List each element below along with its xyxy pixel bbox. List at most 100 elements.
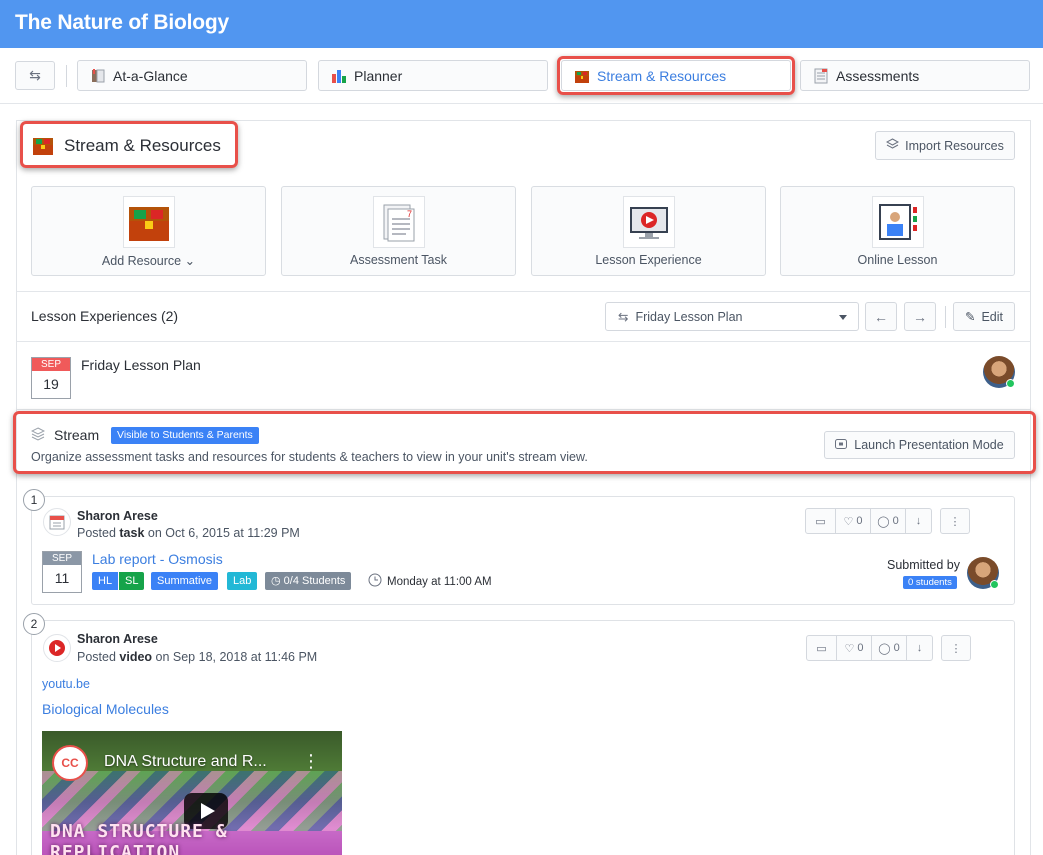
tag-lab: Lab	[227, 572, 258, 590]
app-title: The Nature of Biology	[15, 11, 229, 34]
section-divider	[17, 341, 1030, 342]
like-count: 0	[856, 515, 863, 527]
comment-button[interactable]: ◯ 0	[871, 635, 907, 661]
tab-label: Stream & Resources	[597, 67, 727, 84]
move-down-button[interactable]: ↓	[905, 508, 932, 534]
import-resources-button[interactable]: Import Resources	[875, 131, 1015, 160]
presentation-icon: ▭	[815, 515, 826, 528]
video-play-icon	[43, 634, 71, 662]
comment-count: 0	[893, 642, 900, 654]
comment-button[interactable]: ◯ 0	[870, 508, 906, 534]
swap-arrows-icon: ⇆	[618, 310, 629, 324]
treasure-chest-icon	[574, 68, 590, 84]
arrow-down-icon: ↓	[915, 515, 922, 527]
launch-presentation-label: Launch Presentation Mode	[854, 438, 1004, 452]
move-down-button[interactable]: ↓	[906, 635, 933, 661]
arrow-right-icon: →	[913, 308, 927, 325]
unit-tabs: ⇆ At-a-Glance Planner Stream & Resources…	[0, 48, 1043, 104]
submitted-by-label: Submitted by	[887, 558, 960, 572]
post-number: 1	[23, 489, 45, 511]
stack-icon	[30, 427, 46, 441]
add-resource-label: Add Resource ⌄	[101, 254, 196, 268]
section-title: Stream & Resources	[64, 136, 221, 155]
task-title-link[interactable]: Lab report - Osmosis	[92, 551, 223, 567]
present-button[interactable]: ▭	[805, 508, 836, 534]
online-lesson-card[interactable]: Online Lesson	[780, 186, 1015, 276]
comment-count: 0	[892, 515, 899, 527]
date-month: SEP	[32, 358, 70, 371]
stream-description: Organize assessment tasks and resources …	[31, 450, 588, 464]
lesson-plan-name[interactable]: Friday Lesson Plan	[81, 357, 201, 373]
app-header: The Nature of Biology	[0, 0, 1043, 48]
more-options-button[interactable]: ⋮	[941, 635, 971, 661]
video-source-link[interactable]: youtu.be	[42, 677, 90, 691]
due-date: Monday at 11:00 AM	[368, 573, 492, 590]
due-date-text: Monday at 11:00 AM	[387, 575, 492, 588]
caret-down-icon	[839, 315, 847, 320]
lesson-experiences-title: Lesson Experiences (2)	[31, 308, 179, 324]
pencil-icon: ✎	[964, 310, 976, 324]
section-divider	[17, 409, 1030, 410]
online-lesson-label: Online Lesson	[857, 253, 938, 267]
post-author: Sharon Arese	[77, 632, 158, 646]
online-status-dot	[1006, 379, 1015, 388]
previous-plan-button[interactable]: ←	[865, 302, 897, 331]
bar-chart-icon	[331, 68, 347, 84]
add-resource-card[interactable]: Add Resource ⌄	[31, 186, 266, 276]
kebab-menu-icon: ⋮	[950, 642, 962, 655]
svg-text:7: 7	[407, 209, 412, 219]
checklist-icon	[813, 68, 829, 84]
video-title-link[interactable]: Biological Molecules	[42, 701, 169, 717]
lesson-experience-card[interactable]: Lesson Experience	[531, 186, 766, 276]
like-button[interactable]: ♡ 0	[835, 508, 871, 534]
tab-divider	[66, 65, 67, 87]
more-options-button[interactable]: ⋮	[940, 508, 970, 534]
edit-label: Edit	[981, 309, 1004, 324]
like-button[interactable]: ♡ 0	[836, 635, 872, 661]
date-day: 19	[43, 376, 59, 392]
tab-assessments[interactable]: Assessments	[800, 60, 1030, 91]
clock-icon: ◷	[271, 575, 284, 587]
lesson-experience-label: Lesson Experience	[595, 253, 702, 267]
arrow-down-icon: ↓	[916, 642, 923, 654]
launch-presentation-button[interactable]: Launch Presentation Mode	[824, 431, 1015, 459]
post-meta: Posted task on Oct 6, 2015 at 11:29 PM	[77, 526, 300, 540]
lesson-plan-select[interactable]: ⇆ Friday Lesson Plan	[605, 302, 859, 331]
tab-stream-resources[interactable]: Stream & Resources	[561, 60, 791, 91]
visibility-badge: Visible to Students & Parents	[111, 427, 259, 444]
toolbar-divider	[945, 306, 946, 328]
video-overlay-title: DNA Structure and R...	[104, 753, 267, 770]
stack-icon	[886, 138, 900, 153]
tag-student-count: ◷ 0/4 Students	[265, 572, 352, 590]
calendar-task-icon	[43, 508, 71, 536]
tag-summative: Summative	[151, 572, 219, 590]
edit-button[interactable]: ✎ Edit	[953, 302, 1015, 331]
monitor-play-icon	[622, 196, 675, 248]
post-author: Sharon Arese	[77, 509, 158, 523]
online-lesson-icon	[871, 196, 924, 248]
treasure-chest-icon	[32, 136, 54, 156]
comment-icon: ◯	[877, 515, 890, 528]
video-frame-text: DNA STRUCTURE & REPLICATION	[50, 821, 228, 855]
swap-arrows-icon: ⇆	[29, 67, 41, 83]
assessment-task-card[interactable]: 7 Assessment Task	[281, 186, 516, 276]
task-date-badge: SEP 11	[42, 551, 82, 593]
clock-icon	[368, 573, 382, 590]
video-player[interactable]: CC DNA Structure and R... ⋮ DNA STRUCTUR…	[42, 731, 342, 855]
post-number: 2	[23, 613, 45, 635]
heart-icon: ♡	[843, 515, 854, 528]
next-plan-button[interactable]: →	[904, 302, 936, 331]
kebab-menu-icon[interactable]: ⋮	[302, 751, 320, 772]
tab-at-a-glance[interactable]: At-a-Glance	[77, 60, 307, 91]
submitted-count-badge[interactable]: 0 students	[903, 576, 957, 589]
tab-planner[interactable]: Planner	[318, 60, 548, 91]
tab-label: Planner	[354, 67, 403, 84]
assessment-document-icon: 7	[372, 196, 425, 248]
tag-sl: SL	[119, 572, 145, 590]
date-month: SEP	[43, 552, 81, 565]
book-icon	[90, 68, 106, 84]
stream-title: Stream	[54, 427, 100, 443]
post-actions: ▭ ♡ 0 ◯ 0 ↓ ⋮	[806, 635, 971, 661]
collapse-button[interactable]: ⇆	[15, 61, 55, 90]
present-button[interactable]: ▭	[806, 635, 837, 661]
